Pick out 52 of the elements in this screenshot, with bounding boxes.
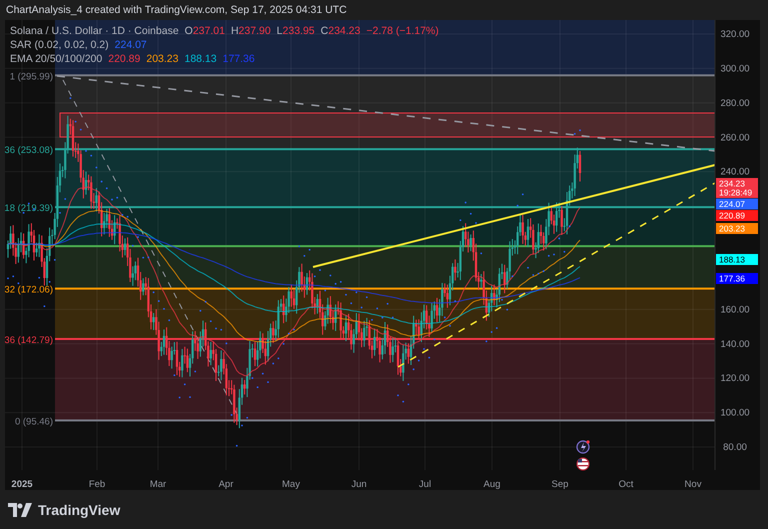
symbol-name: Solana / U.S. Dollar · 1D · Coinbase [10,25,179,37]
ohlc-value: H237.90 [230,25,271,37]
price-tag-value: 234.23 [719,178,745,188]
fib-level-label: 1 (295.99) [10,71,53,82]
fib-level-label: 18 (219.39) [5,203,53,214]
time-axis-label: Aug [484,479,500,490]
price-axis-label: 260.00 [720,132,750,144]
indicator-value: 177.36 [222,53,255,65]
indicator-value: 224.07 [114,39,147,51]
countdown-timer: 19:28:49 [719,188,752,198]
fib-level-label: 36 (142.79) [5,334,53,346]
indicator-value: 220.89 [108,53,140,65]
lightning-icon [576,440,590,454]
brand-name: TradingView [38,502,120,518]
time-axis-label: Jul [418,479,432,490]
price-axis-label: 100.00 [720,408,750,419]
price-change: −2.78 (−1.17%) [366,25,439,37]
time-axis-label: Jun [351,479,367,490]
fib-level-label: 0 (95.46) [14,416,53,428]
time-axis-label: 2025 [11,479,33,490]
price-axis-label: 160.00 [720,304,750,316]
indicator-name: EMA 20/50/100/200 [10,53,102,65]
time-axis-label: Oct [618,479,634,490]
ohlc-value: L233.95 [276,25,315,37]
price-axis-label: 300.00 [720,63,750,74]
indicator-value: 188.13 [184,53,217,65]
fib-level-label: 32 (172.06) [5,284,53,296]
price-axis-label: 80.00 [723,442,747,454]
indicator-value: 203.23 [146,53,178,65]
flag-icon [576,457,590,471]
ohlc-value: O237.01 [184,25,225,37]
logo-icon [8,502,32,516]
indicator-name: SAR (0.02, 0.02, 0.2) [10,39,109,51]
price-tag-value: 188.13 [719,254,745,264]
price-axis-label: 320.00 [720,29,750,40]
time-axis-label: Apr [218,479,234,490]
time-axis-label: May [282,479,300,490]
price-axis-label: 120.00 [720,373,750,384]
price-tag-value: 177.36 [719,274,745,284]
price-tag-value: 224.07 [719,199,745,209]
time-axis-label: Feb [88,479,106,490]
ohlc-value: C234.23 [320,25,360,37]
time-axis-label: Nov [684,479,702,490]
chart-title: ChartAnalysis_4 created with TradingView.com, Sep 17, 2025 04:31 UTC [5,3,348,18]
time-axis-label: Sep [552,479,568,490]
price-tag-value: 203.23 [719,224,745,234]
price-axis-label: 240.00 [720,166,750,178]
price-axis-label: 280.00 [720,98,750,109]
time-axis-label: Mar [150,479,166,490]
price-tag-value: 220.89 [719,210,745,220]
fib-level-label: 36 (253.08) [5,145,53,156]
price-axis-label: 140.00 [720,338,750,350]
